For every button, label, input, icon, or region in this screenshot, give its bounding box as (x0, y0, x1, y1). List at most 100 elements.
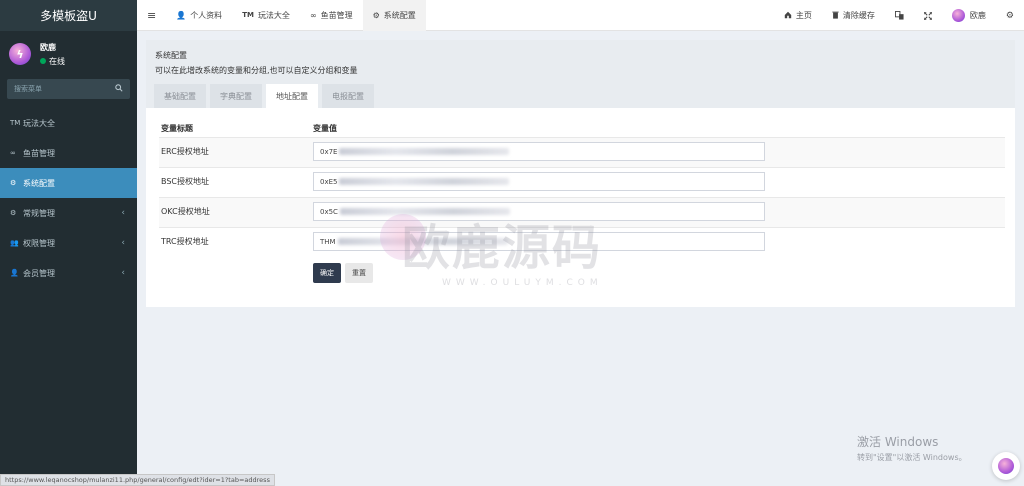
avatar[interactable]: ϟ (9, 43, 31, 65)
user-status: 在线 (40, 56, 65, 67)
chevron-left-icon: ‹ (121, 238, 125, 248)
trash-icon (832, 11, 839, 21)
sidebar-item-permissions[interactable]: 👥 权限管理 ‹ (0, 228, 137, 258)
browser-status-url: https://www.leqanocshop/mulanzi11.php/ge… (0, 474, 275, 486)
sidebar-menu: TM 玩法大全 ∞ 鱼苗管理 ⚙ 系统配置 ⚙ 常规管理 ‹ 👥 权限管理 ‹ … (0, 108, 137, 288)
username-label: 欧鹿 (969, 11, 986, 20)
home-link[interactable]: 主页 (774, 0, 822, 31)
sidebar-item-general[interactable]: ⚙ 常规管理 ‹ (0, 198, 137, 228)
user-icon: 👤 (176, 10, 187, 20)
sidebar-item-label: 玩法大全 (23, 118, 55, 128)
floating-assistant-button[interactable] (992, 452, 1020, 480)
table-header: 变量标题 变量值 (159, 120, 1005, 137)
user-panel: ϟ 欧鹿 在线 (0, 35, 137, 73)
translate-icon[interactable] (885, 0, 914, 31)
panel-header: 系统配置 可以在此增改系统的变量和分组,也可以自定义分组和变量 基础配置 字典配… (146, 40, 1015, 108)
field-value: 0x7E (320, 147, 338, 156)
status-label: 在线 (49, 56, 65, 66)
sidebar-item-fish[interactable]: ∞ 鱼苗管理 (0, 138, 137, 168)
user-name: 欧鹿 (40, 42, 56, 52)
reset-button[interactable]: 重置 (345, 263, 373, 283)
sidebar: 多模板盗U ϟ 欧鹿 在线 搜索菜单 TM 玩法大全 ∞ 鱼苗管理 ⚙ 系统配置 (0, 0, 137, 486)
sidebar-item-label: 常规管理 (23, 208, 55, 218)
user-menu[interactable]: 欧鹿 (942, 0, 996, 31)
link-icon: ∞ (10, 149, 16, 157)
tab-system-config[interactable]: ⚙ 系统配置 (362, 0, 426, 31)
search-input[interactable]: 搜索菜单 (7, 79, 130, 99)
tab-gameplay[interactable]: TM 玩法大全 (232, 0, 300, 31)
config-panel: 系统配置 可以在此增改系统的变量和分组,也可以自定义分组和变量 基础配置 字典配… (146, 40, 1015, 307)
column-header-title: 变量标题 (161, 124, 193, 133)
sidebar-item-label: 鱼苗管理 (23, 148, 55, 158)
link-icon: ∞ (309, 10, 317, 20)
bsc-address-field[interactable]: 0xE5 (313, 172, 765, 191)
field-value: 0x5C (320, 207, 338, 216)
okc-address-field[interactable]: 0x5C (313, 202, 765, 221)
row-label: OKC授权地址 (161, 207, 210, 216)
chevron-left-icon: ‹ (121, 208, 125, 218)
top-navbar: ≡ 👤 个人资料 TM 玩法大全 ∞ 鱼苗管理 ⚙ 系统配置 主页 清除缓存 欧… (137, 0, 1024, 31)
windows-activation-notice: 激活 Windows 转到"设置"以激活 Windows。 (857, 433, 967, 463)
redacted-value (339, 148, 510, 155)
tab-address-config[interactable]: 地址配置 (266, 84, 318, 108)
tab-fish[interactable]: ∞ 鱼苗管理 (300, 0, 363, 31)
page-title: 系统配置 (155, 51, 187, 60)
tab-telegram-config[interactable]: 电报配置 (322, 84, 374, 108)
table-row: BSC授权地址 0xE5 (159, 167, 1005, 197)
config-table: 变量标题 变量值 ERC授权地址 0x7E BSC授权地址 0xE5 OKC授权… (159, 120, 1005, 257)
home-label: 主页 (795, 11, 812, 20)
home-icon (784, 11, 792, 21)
menu-toggle-icon[interactable]: ≡ (137, 0, 166, 31)
sidebar-item-gameplay[interactable]: TM 玩法大全 (0, 108, 137, 138)
config-tabs: 基础配置 字典配置 地址配置 电报配置 (154, 84, 378, 108)
table-row: OKC授权地址 0x5C (159, 197, 1005, 227)
clear-cache-button[interactable]: 清除缓存 (822, 0, 885, 31)
settings-gears-icon[interactable]: ⚙ (996, 0, 1024, 31)
group-icon: 👥 (10, 239, 19, 247)
table-row: ERC授权地址 0x7E (159, 137, 1005, 167)
row-label: BSC授权地址 (161, 177, 210, 186)
field-value: 0xE5 (320, 177, 338, 186)
tab-basic-config[interactable]: 基础配置 (154, 84, 206, 108)
trc-address-field[interactable]: THM (313, 232, 765, 251)
sidebar-item-members[interactable]: 👤 会员管理 ‹ (0, 258, 137, 288)
table-row: TRC授权地址 THM (159, 227, 1005, 257)
confirm-button[interactable]: 确定 (313, 263, 341, 283)
erc-address-field[interactable]: 0x7E (313, 142, 765, 161)
app-logo[interactable]: 多模板盗U (0, 0, 137, 31)
avatar (951, 9, 965, 22)
sidebar-item-system-config[interactable]: ⚙ 系统配置 (0, 168, 137, 198)
redacted-value (337, 238, 508, 245)
clear-cache-label: 清除缓存 (842, 11, 875, 20)
sidebar-item-label: 权限管理 (23, 238, 55, 248)
trademark-icon: TM (242, 11, 254, 19)
tab-dictionary-config[interactable]: 字典配置 (210, 84, 262, 108)
sidebar-item-label: 会员管理 (23, 268, 55, 278)
activation-subtitle: 转到"设置"以激活 Windows。 (857, 453, 967, 462)
online-dot-icon (40, 58, 46, 64)
tab-label: 鱼苗管理 (320, 10, 353, 20)
fullscreen-icon[interactable] (914, 0, 942, 31)
tab-profile[interactable]: 👤 个人资料 (166, 0, 232, 31)
trademark-icon: TM (10, 119, 21, 127)
chevron-left-icon: ‹ (121, 268, 125, 278)
tab-label: 系统配置 (383, 10, 416, 20)
row-label: ERC授权地址 (161, 147, 209, 156)
gear-icon: ⚙ (372, 10, 380, 20)
activation-title: 激活 Windows (857, 435, 939, 449)
tab-label: 个人资料 (190, 10, 223, 20)
tab-label: 玩法大全 (257, 10, 290, 20)
gears-icon: ⚙ (10, 209, 17, 217)
search-placeholder: 搜索菜单 (14, 85, 42, 93)
gear-icon: ⚙ (10, 179, 17, 187)
redacted-value (339, 178, 510, 185)
search-icon[interactable] (115, 84, 123, 94)
form-actions: 确定 重置 (313, 263, 373, 283)
brain-icon (998, 458, 1014, 474)
page-description: 可以在此增改系统的变量和分组,也可以自定义分组和变量 (155, 66, 358, 75)
sidebar-item-label: 系统配置 (23, 178, 55, 188)
redacted-value (339, 208, 510, 215)
navbar-right: 主页 清除缓存 欧鹿 ⚙ (774, 0, 1024, 31)
column-header-value: 变量值 (313, 124, 337, 133)
row-label: TRC授权地址 (161, 237, 209, 246)
